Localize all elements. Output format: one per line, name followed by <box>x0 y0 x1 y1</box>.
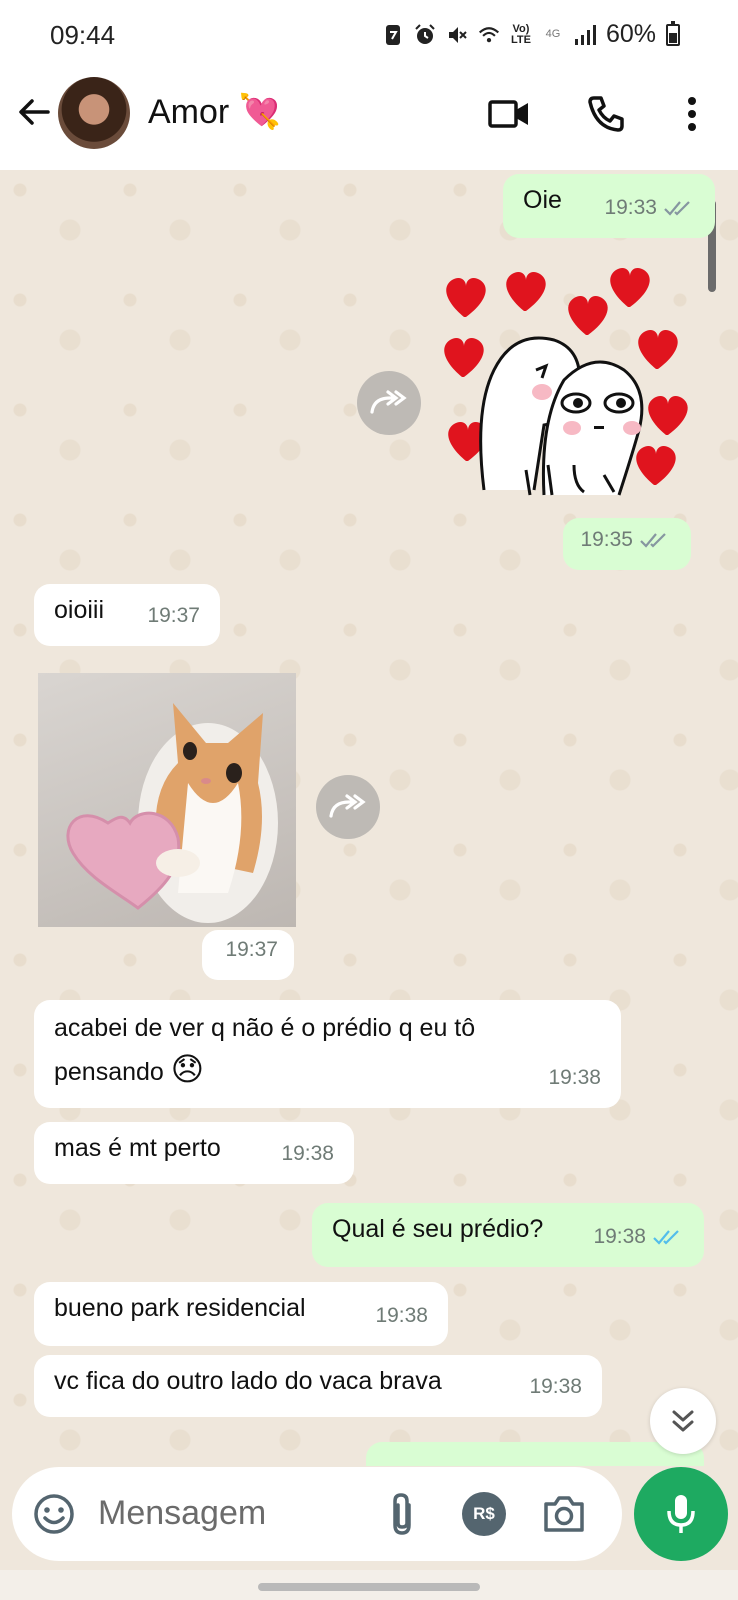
message-time: 19:37 <box>225 938 278 961</box>
network-type-label: 4G <box>545 28 561 40</box>
nfc-icon <box>382 24 404 46</box>
message-time: 19:37 <box>147 604 200 627</box>
gesture-nav-handle[interactable] <box>258 1583 480 1591</box>
chat-area[interactable]: Oie 19:33 19:35 oioiii 19:37 19:37 acabe… <box>0 170 738 1466</box>
signal-icon <box>574 24 596 46</box>
double-check-icon <box>640 533 666 548</box>
mute-icon <box>446 24 468 46</box>
message-text: vc fica do outro lado do vaca brava <box>54 1367 442 1395</box>
more-options-button[interactable] <box>668 90 716 138</box>
avatar[interactable] <box>58 77 130 149</box>
message-text: Oie <box>523 186 562 214</box>
voice-message-button[interactable] <box>634 1467 728 1561</box>
message-input[interactable] <box>98 1491 358 1535</box>
attach-button[interactable] <box>376 1488 428 1540</box>
paperclip-icon <box>393 1493 411 1535</box>
message-input-bar: R$ <box>12 1467 622 1561</box>
payment-button[interactable]: R$ <box>458 1488 510 1540</box>
message-outgoing-partial[interactable] <box>366 1442 704 1466</box>
battery-percent: 60% <box>605 20 656 48</box>
disappointed-emoji: 😞 <box>170 1051 205 1087</box>
wifi-icon <box>478 24 500 46</box>
chat-header: Amor 💘 <box>0 70 738 170</box>
message-text-line2: pensando <box>54 1058 164 1086</box>
message-outgoing[interactable]: Qual é seu prédio? 19:38 <box>312 1203 704 1267</box>
double-check-icon <box>653 1230 679 1245</box>
forward-button[interactable] <box>316 775 380 839</box>
message-outgoing-sticker-time[interactable]: 19:35 <box>563 518 691 570</box>
message-incoming[interactable]: mas é mt perto 19:38 <box>34 1122 354 1184</box>
forward-icon <box>370 390 407 414</box>
message-time: 19:38 <box>375 1304 428 1327</box>
message-time: 19:33 <box>604 188 695 228</box>
message-incoming[interactable]: acabei de ver q não é o prédio q eu tô p… <box>34 1000 621 1108</box>
voice-call-button[interactable] <box>582 90 630 138</box>
message-text-line1: acabei de ver q não é o prédio q eu tô <box>54 1014 476 1042</box>
double-check-icon <box>664 201 690 216</box>
volte-label: Vo) LTE <box>510 22 531 46</box>
camera-button[interactable] <box>538 1488 590 1540</box>
message-text: mas é mt perto <box>54 1134 221 1162</box>
phone-icon <box>588 96 624 132</box>
emoji-button[interactable] <box>28 1488 80 1540</box>
message-incoming-sticker-time[interactable]: 19:37 <box>202 930 294 980</box>
message-incoming[interactable]: vc fica do outro lado do vaca brava 19:3… <box>34 1355 602 1417</box>
battery-icon <box>666 20 680 46</box>
contact-name[interactable]: Amor 💘 <box>148 92 281 132</box>
arrow-left-icon <box>19 99 50 125</box>
kitten-heart-sticker[interactable] <box>38 673 296 927</box>
message-time: 19:38 <box>281 1142 334 1165</box>
forward-button[interactable] <box>357 371 421 435</box>
status-time: 09:44 <box>50 20 116 50</box>
forward-icon <box>329 794 366 818</box>
heart-arrow-emoji: 💘 <box>238 93 282 131</box>
more-vert-icon <box>688 97 696 131</box>
back-button[interactable] <box>14 92 54 132</box>
message-time: 19:35 <box>580 520 671 560</box>
currency-icon: R$ <box>462 1492 506 1536</box>
message-incoming[interactable]: bueno park residencial 19:38 <box>34 1282 448 1346</box>
chevron-double-down-icon <box>672 1410 694 1432</box>
message-time: 19:38 <box>529 1375 582 1398</box>
message-time: 19:38 <box>548 1066 601 1089</box>
message-text: bueno park residencial <box>54 1294 306 1322</box>
message-text: Qual é seu prédio? <box>332 1215 544 1243</box>
message-incoming[interactable]: oioiii 19:37 <box>34 584 220 646</box>
video-camera-icon <box>488 100 528 128</box>
scroll-to-bottom-button[interactable] <box>650 1388 716 1454</box>
message-outgoing[interactable]: Oie 19:33 <box>503 174 715 238</box>
camera-icon <box>544 1496 584 1532</box>
video-call-button[interactable] <box>485 90 533 138</box>
message-text: oioiii <box>54 596 105 624</box>
microphone-icon <box>667 1495 695 1533</box>
alarm-icon <box>414 23 436 46</box>
smiley-icon <box>34 1494 74 1534</box>
contact-name-text: Amor <box>148 93 230 131</box>
message-time: 19:38 <box>593 1217 684 1257</box>
love-sticker[interactable] <box>444 260 698 510</box>
status-icons: Vo) LTE 4G 60% <box>382 20 680 49</box>
status-bar: 09:44 Vo) LTE 4G 60% <box>0 0 738 70</box>
